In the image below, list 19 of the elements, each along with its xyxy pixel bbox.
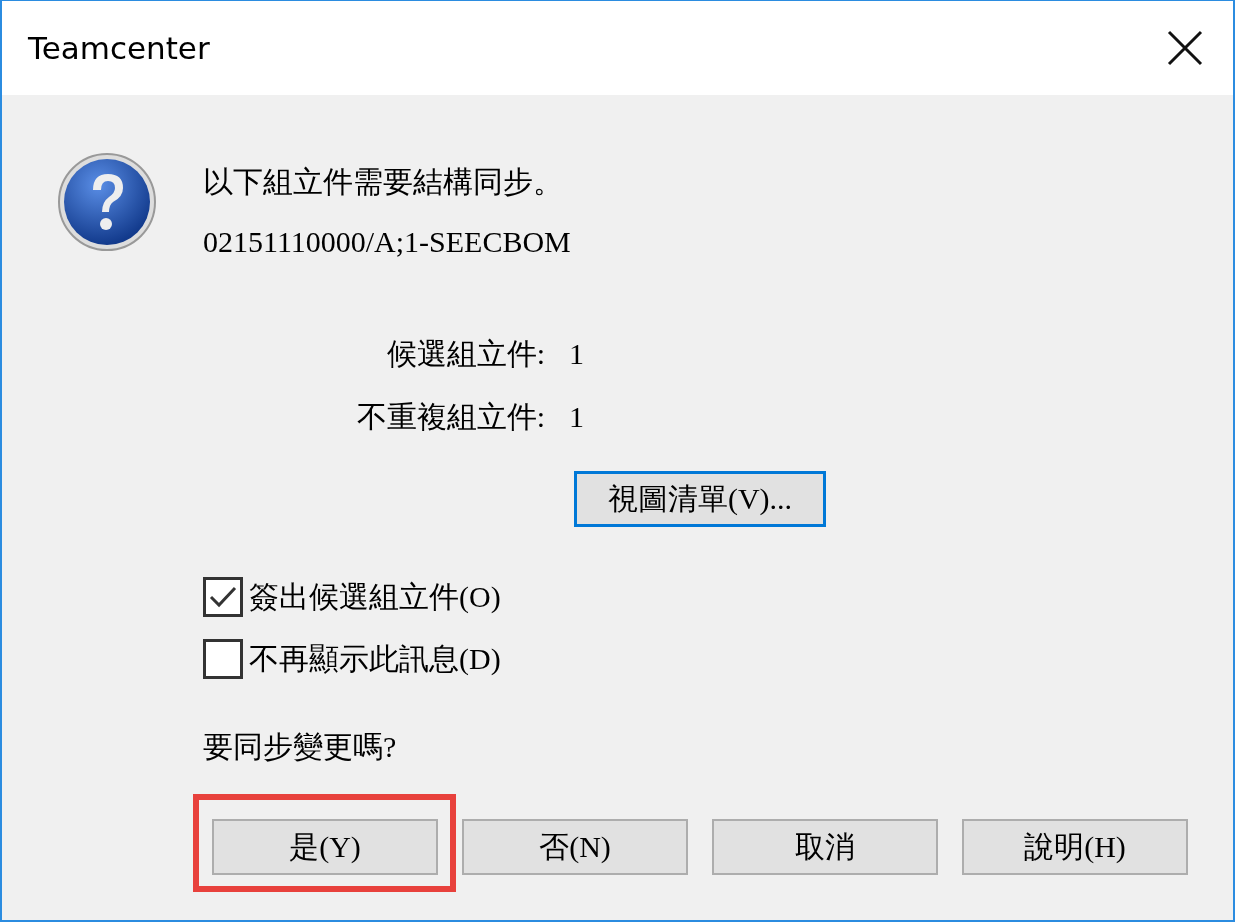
- checkbox-label[interactable]: 簽出候選組立件(O): [249, 576, 501, 618]
- message-text: 以下組立件需要結構同步。: [203, 164, 564, 200]
- dialog-button[interactable]: 取消: [712, 819, 938, 875]
- dialog-button[interactable]: 說明(H): [962, 819, 1188, 875]
- checkbox-label[interactable]: 不再顯示此訊息(D): [249, 638, 501, 680]
- count-value: 1: [569, 336, 585, 372]
- message-text: 02151110000/A;1-SEECBOM: [203, 224, 572, 260]
- count-label: 不重複組立件:: [355, 399, 545, 435]
- checkbox[interactable]: [203, 577, 243, 617]
- count-label: 候選組立件:: [385, 336, 545, 372]
- count-value: 1: [569, 399, 585, 435]
- close-icon[interactable]: [1167, 30, 1203, 66]
- question-text: 要同步變更嗎?: [203, 729, 398, 765]
- view-list-button[interactable]: 視圖清單(V)...: [574, 471, 826, 527]
- dialog-button[interactable]: 是(Y): [212, 819, 438, 875]
- dialog-button[interactable]: 否(N): [462, 819, 688, 875]
- checkbox[interactable]: [203, 639, 243, 679]
- question-icon: [57, 152, 157, 252]
- window-title: Teamcenter: [28, 30, 210, 66]
